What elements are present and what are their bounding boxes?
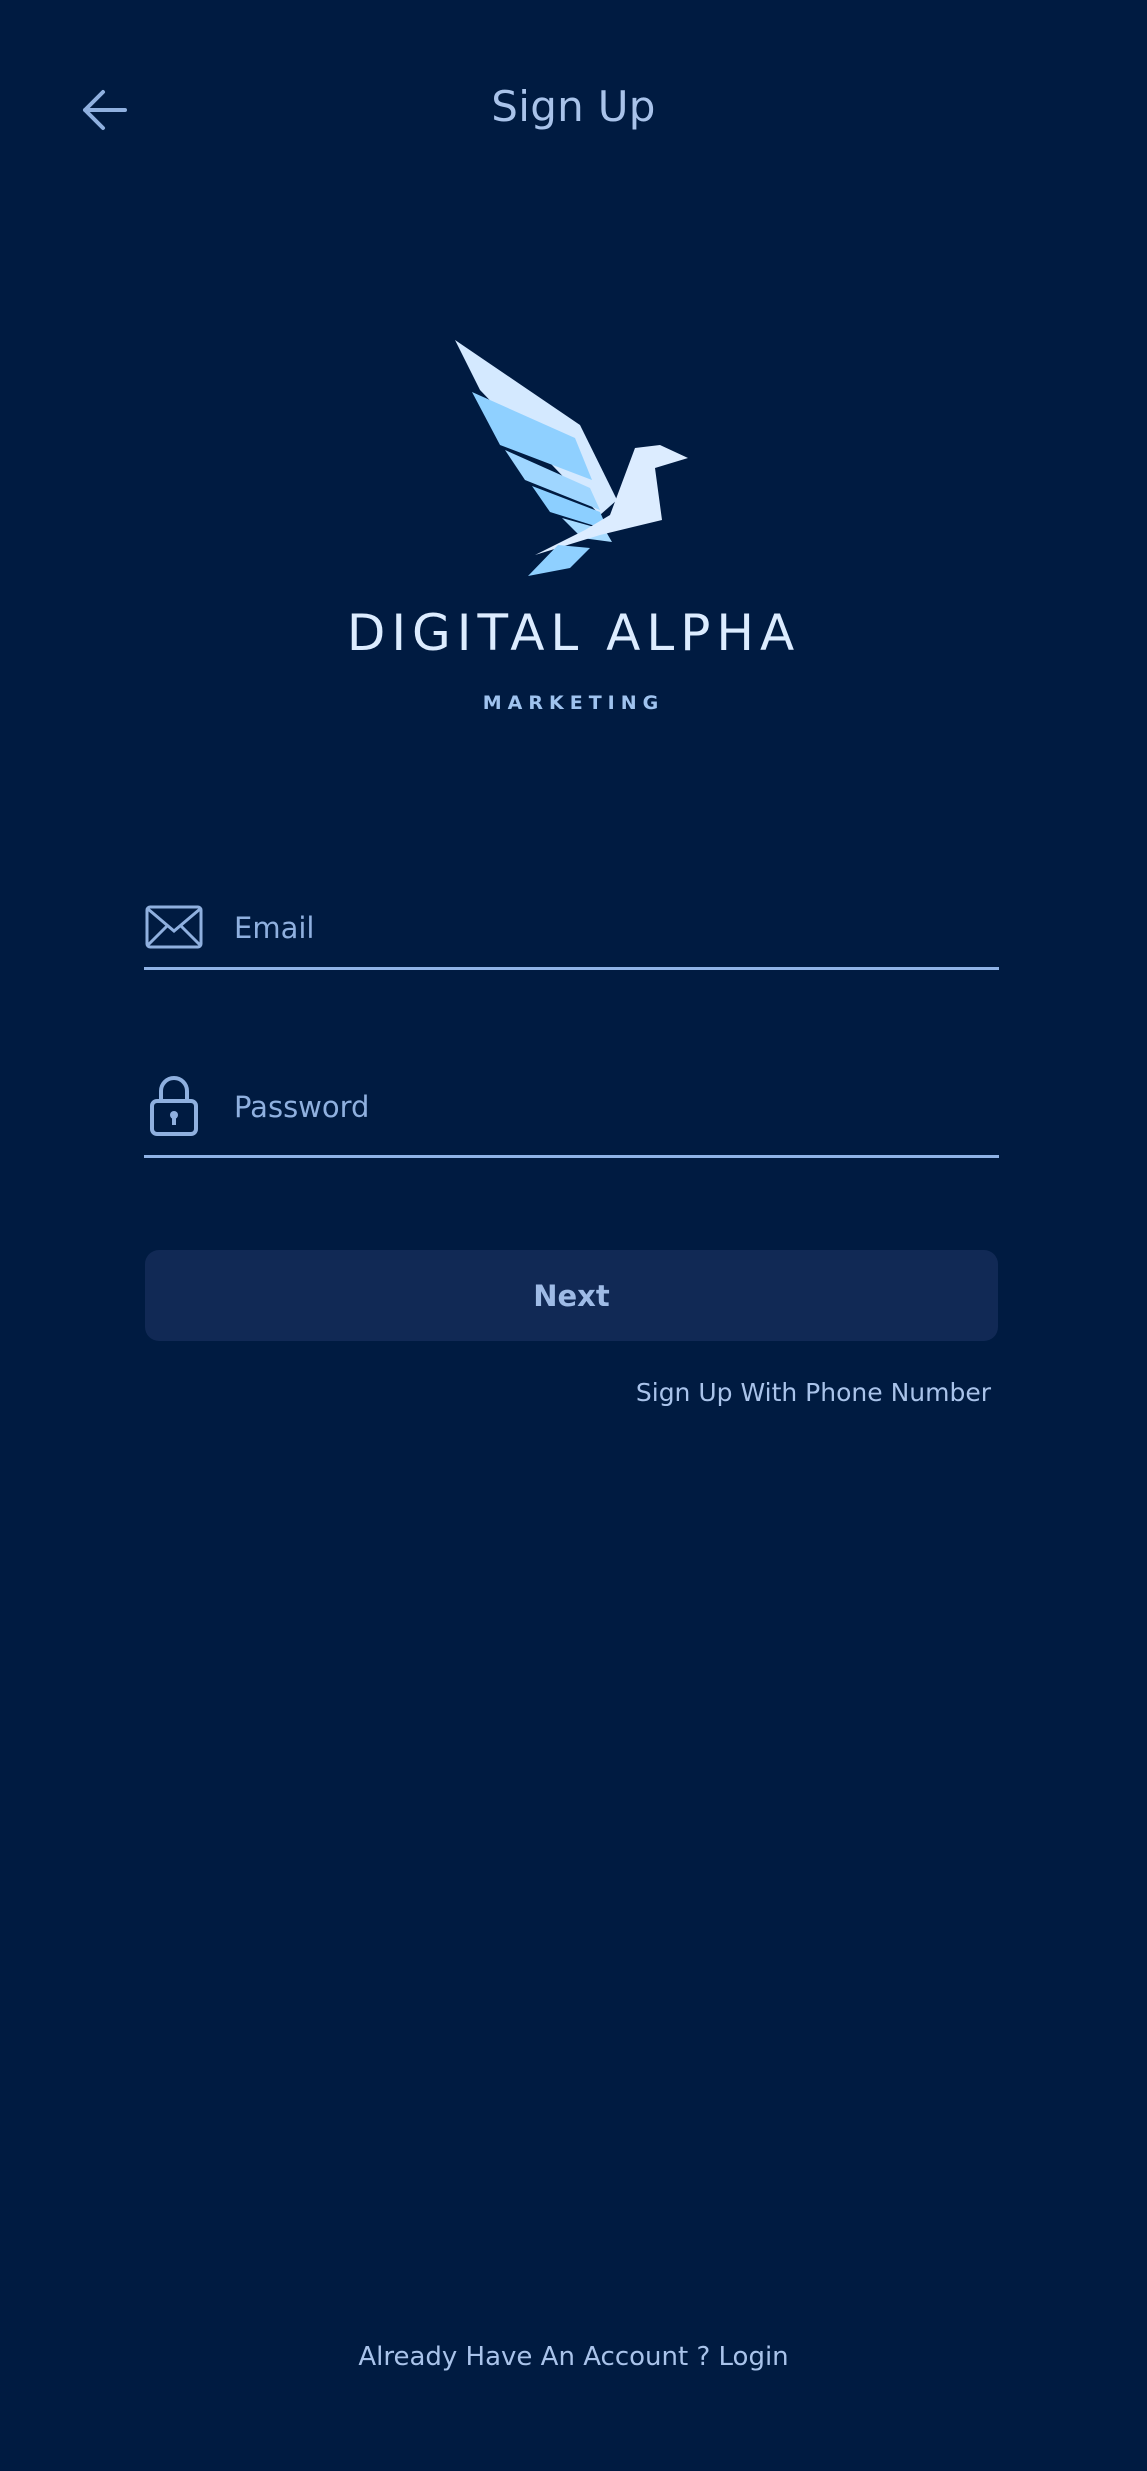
email-input[interactable]: [232, 899, 976, 957]
sign-up-screen: Sign Up DIGITAL ALPHA MARKETING Email Ne…: [0, 0, 1147, 2471]
next-button[interactable]: Next: [145, 1250, 998, 1341]
login-link[interactable]: Already Have An Account ? Login: [0, 2342, 1147, 2372]
password-input[interactable]: [232, 1078, 976, 1136]
brand-name: DIGITAL ALPHA: [346, 604, 801, 662]
envelope-icon: [144, 897, 204, 957]
brand-subtitle: MARKETING: [482, 692, 665, 714]
password-field: [144, 1070, 999, 1158]
sign-up-phone-link[interactable]: Sign Up With Phone Number: [636, 1378, 991, 1407]
email-field: [144, 897, 999, 970]
lock-icon: [144, 1076, 204, 1136]
bird-logo-icon: [455, 340, 688, 576]
page-title: Sign Up: [491, 82, 656, 131]
